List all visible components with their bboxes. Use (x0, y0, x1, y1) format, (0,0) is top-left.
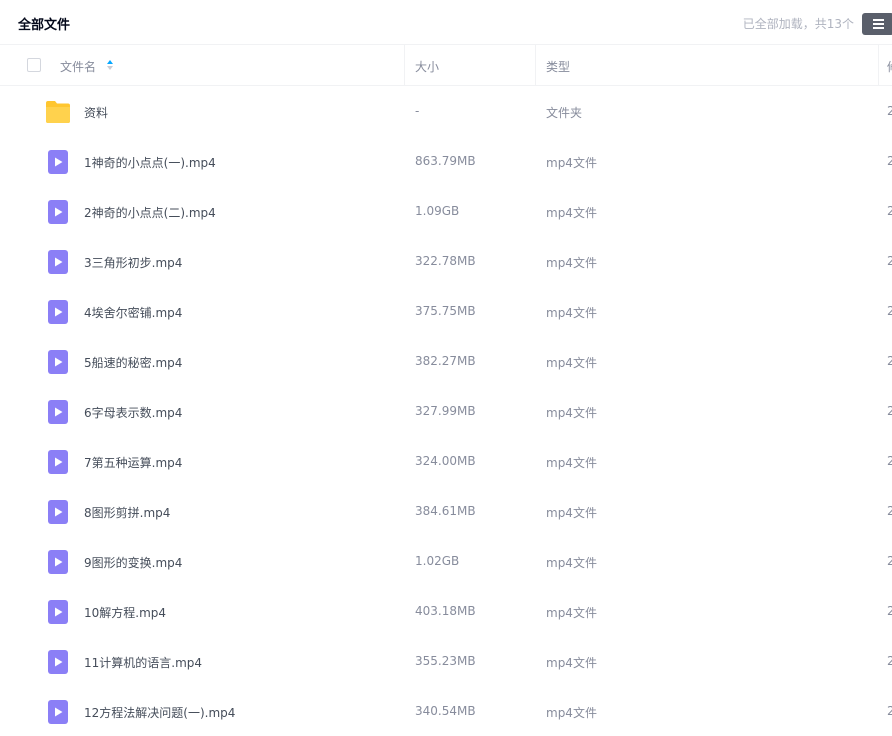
file-size: 324.00MB (415, 454, 476, 468)
file-type: mp4文件 (546, 206, 597, 220)
file-row[interactable]: 4埃舍尔密铺.mp4 375.75MB mp4文件 2 (0, 286, 892, 336)
file-name[interactable]: 11计算机的语言.mp4 (84, 654, 202, 671)
folder-icon (46, 101, 70, 123)
file-type: mp4文件 (546, 706, 597, 720)
file-modified: 2 (887, 354, 892, 368)
file-table-header: 文件名 大小 类型 修 (0, 45, 892, 86)
top-bar: 全部文件 已全部加载，共13个 (0, 0, 892, 45)
video-file-icon (48, 600, 68, 624)
select-all-checkbox[interactable] (27, 58, 41, 72)
video-file-icon (48, 650, 68, 674)
file-type: mp4文件 (546, 656, 597, 670)
column-modified-header[interactable]: 修 (887, 58, 892, 75)
file-type: mp4文件 (546, 556, 597, 570)
file-name[interactable]: 8图形剪拼.mp4 (84, 504, 170, 521)
video-file-icon (48, 300, 68, 324)
file-row[interactable]: 11计算机的语言.mp4 355.23MB mp4文件 2 (0, 636, 892, 686)
file-name[interactable]: 6字母表示数.mp4 (84, 404, 182, 421)
file-modified: 2 (887, 704, 892, 718)
list-view-icon-line (873, 23, 884, 25)
sort-icon[interactable] (106, 58, 114, 72)
file-row[interactable]: 1神奇的小点点(一).mp4 863.79MB mp4文件 2 (0, 136, 892, 186)
file-modified: 2 (887, 654, 892, 668)
video-file-icon (48, 450, 68, 474)
file-row[interactable]: 7第五种运算.mp4 324.00MB mp4文件 2 (0, 436, 892, 486)
file-row[interactable]: 9图形的变换.mp4 1.02GB mp4文件 2 (0, 536, 892, 586)
file-type: mp4文件 (546, 306, 597, 320)
file-size: 340.54MB (415, 704, 476, 718)
video-file-icon (48, 200, 68, 224)
file-name[interactable]: 7第五种运算.mp4 (84, 454, 182, 471)
page-title: 全部文件 (18, 18, 71, 33)
file-type: mp4文件 (546, 256, 597, 270)
file-name[interactable]: 12方程法解决问题(一).mp4 (84, 704, 235, 721)
file-size: 327.99MB (415, 404, 476, 418)
file-modified: 2 (887, 254, 892, 268)
video-file-icon (48, 500, 68, 524)
file-type: mp4文件 (546, 356, 597, 370)
list-view-button[interactable] (862, 13, 892, 35)
file-type: 文件夹 (546, 106, 583, 120)
file-modified: 2 (887, 604, 892, 618)
file-size: 375.75MB (415, 304, 476, 318)
file-size: - (415, 104, 420, 118)
video-file-icon (48, 550, 68, 574)
file-name[interactable]: 10解方程.mp4 (84, 604, 166, 621)
column-type-header[interactable]: 类型 (546, 58, 570, 75)
file-modified: 2 (887, 104, 892, 118)
file-modified: 2 (887, 404, 892, 418)
file-row[interactable]: 2神奇的小点点(二).mp4 1.09GB mp4文件 2 (0, 186, 892, 236)
file-row[interactable]: 10解方程.mp4 403.18MB mp4文件 2 (0, 586, 892, 636)
file-type: mp4文件 (546, 156, 597, 170)
column-name-header[interactable]: 文件名 (60, 58, 96, 75)
file-size: 403.18MB (415, 604, 476, 618)
file-size: 322.78MB (415, 254, 476, 268)
list-view-icon (873, 19, 884, 21)
file-name[interactable]: 4埃舍尔密铺.mp4 (84, 304, 182, 321)
file-size: 1.02GB (415, 554, 460, 568)
file-row[interactable]: 8图形剪拼.mp4 384.61MB mp4文件 2 (0, 486, 892, 536)
file-modified: 2 (887, 304, 892, 318)
file-name[interactable]: 5船速的秘密.mp4 (84, 354, 182, 371)
file-modified: 2 (887, 454, 892, 468)
file-modified: 2 (887, 554, 892, 568)
video-file-icon (48, 400, 68, 424)
file-name[interactable]: 3三角形初步.mp4 (84, 254, 182, 271)
file-name[interactable]: 9图形的变换.mp4 (84, 554, 182, 571)
file-size: 1.09GB (415, 204, 460, 218)
column-size-header[interactable]: 大小 (415, 58, 439, 75)
file-row[interactable]: 5船速的秘密.mp4 382.27MB mp4文件 2 (0, 336, 892, 386)
file-modified: 2 (887, 504, 892, 518)
list-view-icon-line (873, 27, 884, 29)
file-name[interactable]: 2神奇的小点点(二).mp4 (84, 204, 216, 221)
file-row[interactable]: 6字母表示数.mp4 327.99MB mp4文件 2 (0, 386, 892, 436)
file-name[interactable]: 资料 (84, 104, 108, 121)
column-divider (404, 45, 405, 85)
file-list: 资料 - 文件夹 2 1神奇的小点点(一).mp4 863.79MB mp4文件 2 2神奇的小… (0, 86, 892, 736)
file-type: mp4文件 (546, 506, 597, 520)
file-name[interactable]: 1神奇的小点点(一).mp4 (84, 154, 216, 171)
video-file-icon (48, 250, 68, 274)
file-size: 382.27MB (415, 354, 476, 368)
file-size: 863.79MB (415, 154, 476, 168)
file-count-summary: 已全部加载，共13个 (742, 17, 854, 31)
file-type: mp4文件 (546, 456, 597, 470)
file-row[interactable]: 资料 - 文件夹 2 (0, 86, 892, 136)
video-file-icon (48, 150, 68, 174)
file-size: 355.23MB (415, 654, 476, 668)
file-modified: 2 (887, 154, 892, 168)
file-size: 384.61MB (415, 504, 476, 518)
column-divider (878, 45, 879, 85)
column-divider (535, 45, 536, 85)
file-type: mp4文件 (546, 406, 597, 420)
file-row[interactable]: 3三角形初步.mp4 322.78MB mp4文件 2 (0, 236, 892, 286)
video-file-icon (48, 700, 68, 724)
file-modified: 2 (887, 204, 892, 218)
file-type: mp4文件 (546, 606, 597, 620)
video-file-icon (48, 350, 68, 374)
